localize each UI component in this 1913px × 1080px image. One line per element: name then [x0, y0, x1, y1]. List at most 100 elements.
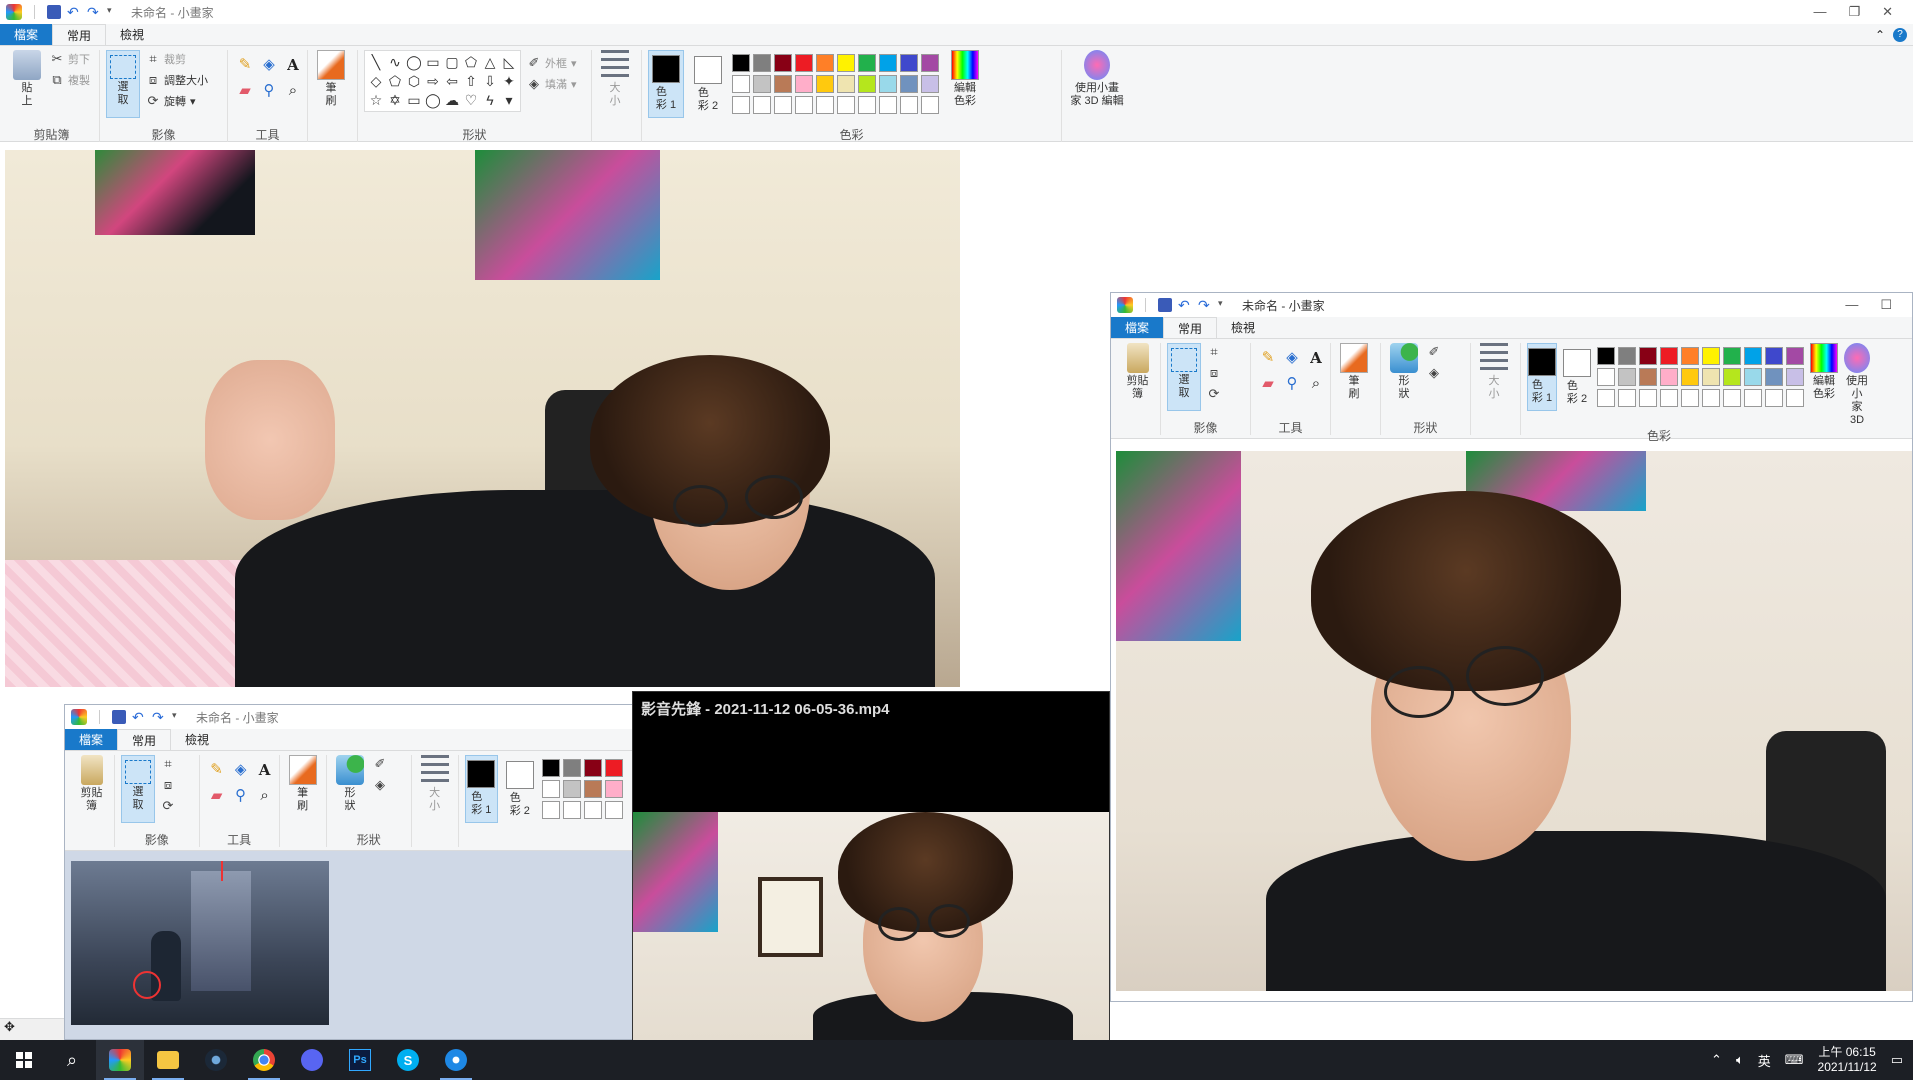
- fill-bucket-icon[interactable]: ◈: [230, 759, 252, 783]
- palette-swatch[interactable]: [732, 96, 750, 114]
- palette-swatch[interactable]: [1765, 347, 1783, 365]
- palette-swatch[interactable]: [879, 75, 897, 93]
- shapes-button[interactable]: 形 狀: [1387, 343, 1421, 401]
- palette-swatch[interactable]: [1765, 389, 1783, 407]
- palette-swatch[interactable]: [837, 75, 855, 93]
- pentagon-shape-icon[interactable]: ⬠: [386, 72, 404, 90]
- restore-icon[interactable]: ❐: [1848, 4, 1860, 20]
- undo-icon[interactable]: ↶: [67, 5, 81, 19]
- pencil-icon[interactable]: ✎: [206, 759, 228, 783]
- maximize-icon[interactable]: ☐: [1880, 297, 1892, 313]
- palette-swatch[interactable]: [774, 75, 792, 93]
- palette-swatch[interactable]: [1618, 347, 1636, 365]
- palette-swatch[interactable]: [774, 96, 792, 114]
- palette-swatch[interactable]: [1597, 347, 1615, 365]
- taskbar-steam[interactable]: [192, 1040, 240, 1080]
- paint-app-icon[interactable]: [71, 709, 87, 725]
- select-button[interactable]: 選 取: [121, 755, 155, 823]
- palette-swatch[interactable]: [795, 75, 813, 93]
- palette-swatch[interactable]: [1618, 389, 1636, 407]
- palette-swatch[interactable]: [563, 801, 581, 819]
- palette-swatch[interactable]: [605, 780, 623, 798]
- palette-swatch[interactable]: [1660, 389, 1678, 407]
- customize-qat-icon[interactable]: ▾: [1218, 298, 1232, 312]
- paint-app-icon[interactable]: [6, 4, 22, 20]
- palette-swatch[interactable]: [1597, 368, 1615, 386]
- fill-button[interactable]: ◈ 填滿 ▾: [527, 75, 577, 93]
- taskbar-video-player[interactable]: [432, 1040, 480, 1080]
- palette-swatch[interactable]: [1639, 347, 1657, 365]
- right-triangle-shape-icon[interactable]: ◺: [500, 53, 518, 71]
- palette-swatch[interactable]: [1681, 389, 1699, 407]
- eraser-icon[interactable]: ▰: [206, 785, 228, 809]
- taskbar-paint[interactable]: [96, 1040, 144, 1080]
- paste-button[interactable]: 貼 上: [10, 50, 44, 108]
- canvas-photo-right[interactable]: [1116, 451, 1912, 991]
- paint3d-button[interactable]: 使用小畫 家 3D 編輯: [1068, 50, 1126, 108]
- palette-swatch[interactable]: [753, 96, 771, 114]
- up-arrow-shape-icon[interactable]: ⇧: [462, 72, 480, 90]
- down-arrow-shape-icon[interactable]: ⇩: [481, 72, 499, 90]
- five-point-star-icon[interactable]: ☆: [367, 91, 385, 109]
- brushes-button[interactable]: 筆 刷: [286, 755, 320, 813]
- search-button[interactable]: ⌕: [48, 1040, 96, 1080]
- six-point-star-icon[interactable]: ✡: [386, 91, 404, 109]
- shapes-button[interactable]: 形 狀: [333, 755, 367, 813]
- palette-swatch[interactable]: [795, 96, 813, 114]
- select-button[interactable]: 選 取: [1167, 343, 1201, 411]
- paste-button[interactable]: 剪貼 簿: [1121, 343, 1154, 401]
- palette-swatch[interactable]: [774, 54, 792, 72]
- palette-swatch[interactable]: [921, 54, 939, 72]
- minimize-icon[interactable]: —: [1813, 4, 1826, 20]
- pencil-icon[interactable]: ✎: [234, 54, 256, 78]
- curve-shape-icon[interactable]: ∿: [386, 53, 404, 71]
- rotate-button[interactable]: ⟳: [1207, 385, 1221, 403]
- palette-swatch[interactable]: [837, 96, 855, 114]
- palette-swatch[interactable]: [605, 801, 623, 819]
- redo-icon[interactable]: ↷: [152, 710, 166, 724]
- notification-center-icon[interactable]: ▭: [1891, 1052, 1903, 1068]
- input-method-indicator[interactable]: 英: [1758, 1051, 1771, 1070]
- palette-swatch[interactable]: [816, 96, 834, 114]
- palette-swatch[interactable]: [879, 96, 897, 114]
- edit-colors-button[interactable]: 編輯 色彩: [945, 50, 985, 108]
- brushes-button[interactable]: 筆 刷: [314, 50, 348, 108]
- rotate-button[interactable]: ⟳: [161, 797, 175, 815]
- text-icon[interactable]: A: [282, 54, 304, 78]
- size-button[interactable]: 大 小: [418, 755, 452, 813]
- palette-swatch[interactable]: [795, 54, 813, 72]
- tab-file[interactable]: 檔案: [1111, 317, 1164, 338]
- line-shape-icon[interactable]: ╲: [367, 53, 385, 71]
- save-icon[interactable]: [112, 710, 126, 724]
- palette-swatch[interactable]: [1681, 347, 1699, 365]
- edit-colors-button[interactable]: 編輯 色彩: [1810, 343, 1838, 401]
- copy-button[interactable]: ⧉ 複製: [50, 71, 90, 89]
- palette-swatch[interactable]: [542, 801, 560, 819]
- left-arrow-shape-icon[interactable]: ⇦: [443, 72, 461, 90]
- oval-shape-icon[interactable]: ◯: [405, 53, 423, 71]
- help-icon[interactable]: ?: [1893, 27, 1907, 42]
- palette-swatch[interactable]: [1660, 368, 1678, 386]
- volume-icon[interactable]: 🔈︎: [1736, 1052, 1744, 1068]
- cut-button[interactable]: ✂ 剪下: [50, 50, 90, 68]
- color1-button[interactable]: 色 彩 1: [1527, 343, 1557, 411]
- text-icon[interactable]: A: [1305, 347, 1327, 371]
- more-shapes-icon[interactable]: ▾: [500, 91, 518, 109]
- palette-swatch[interactable]: [563, 780, 581, 798]
- fill-bucket-icon[interactable]: ◈: [258, 54, 280, 78]
- taskbar-file-explorer[interactable]: [144, 1040, 192, 1080]
- callout-oval-icon[interactable]: ◯: [424, 91, 442, 109]
- palette-swatch[interactable]: [1660, 347, 1678, 365]
- hexagon-shape-icon[interactable]: ⬡: [405, 72, 423, 90]
- outline-button[interactable]: ✐: [373, 755, 387, 773]
- taskbar-discord[interactable]: [288, 1040, 336, 1080]
- paint-app-icon[interactable]: [1117, 297, 1133, 313]
- select-button[interactable]: 選 取: [106, 50, 140, 118]
- palette-swatch[interactable]: [1786, 347, 1804, 365]
- undo-icon[interactable]: ↶: [1178, 298, 1192, 312]
- paint3d-button[interactable]: 使用小 家 3D: [1844, 343, 1870, 427]
- redo-icon[interactable]: ↷: [87, 5, 101, 19]
- keyboard-layout-icon[interactable]: ⌨: [1785, 1052, 1804, 1068]
- palette-swatch[interactable]: [1618, 368, 1636, 386]
- rectangle-shape-icon[interactable]: ▭: [424, 53, 442, 71]
